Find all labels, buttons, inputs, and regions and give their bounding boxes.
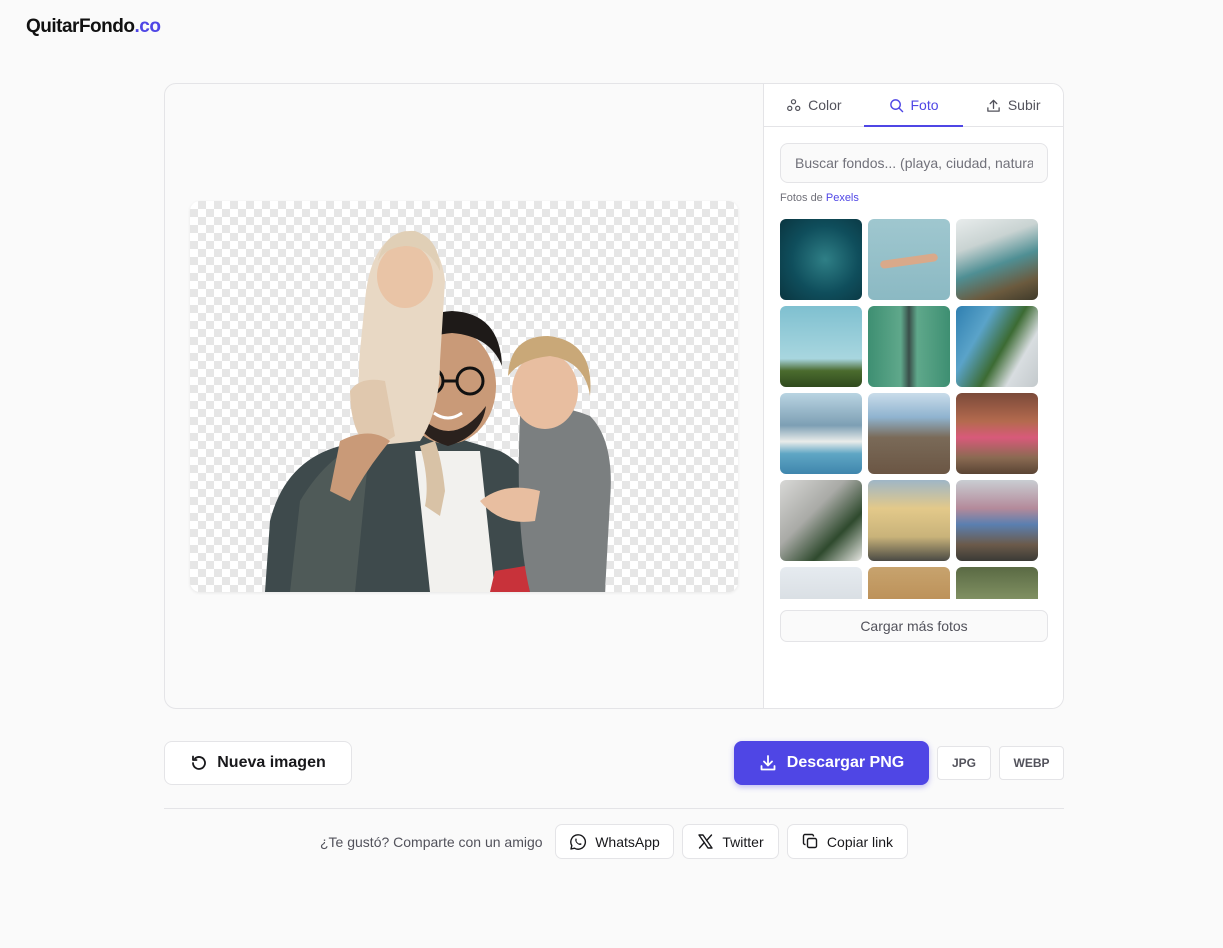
upload-icon	[987, 99, 1000, 112]
photo-thumbnail[interactable]	[956, 567, 1038, 599]
tab-foto-label: Foto	[910, 97, 939, 113]
photo-thumbnail[interactable]	[956, 393, 1038, 474]
tab-subir[interactable]: Subir	[963, 84, 1063, 126]
photo-thumbnail[interactable]	[780, 480, 862, 561]
background-panel: Color Foto Subir Fotos de Pexels	[763, 84, 1063, 708]
credit-prefix: Fotos de	[780, 192, 826, 204]
tab-foto[interactable]: Foto	[863, 84, 964, 127]
share-prompt: ¿Te gustó? Comparte con un amigo	[320, 834, 543, 850]
whatsapp-icon	[570, 833, 587, 850]
photo-grid-scroll[interactable]	[780, 219, 1048, 599]
new-image-label: Nueva imagen	[217, 754, 326, 771]
logo[interactable]: QuitarFondo.co	[26, 16, 161, 38]
photo-thumbnail[interactable]	[868, 480, 950, 561]
pexels-credit: Fotos de Pexels	[780, 192, 859, 204]
editor-card: Color Foto Subir Fotos de Pexels	[164, 83, 1064, 709]
search-icon	[889, 98, 903, 112]
download-webp-button[interactable]: WEBP	[999, 746, 1064, 780]
pexels-link[interactable]: Pexels	[826, 192, 859, 204]
background-search-input[interactable]	[780, 143, 1048, 183]
photo-thumbnail[interactable]	[868, 393, 950, 474]
copy-link-button[interactable]: Copiar link	[787, 824, 908, 859]
photo-thumbnail[interactable]	[956, 219, 1038, 300]
photo-thumbnail[interactable]	[956, 306, 1038, 387]
whatsapp-label: WhatsApp	[595, 833, 660, 850]
divider	[164, 808, 1064, 809]
download-png-button[interactable]: Descargar PNG	[734, 741, 929, 785]
share-twitter-button[interactable]: Twitter	[682, 824, 779, 859]
new-image-button[interactable]: Nueva imagen	[164, 741, 352, 785]
tab-subir-label: Subir	[1007, 97, 1041, 113]
photo-thumbnail[interactable]	[780, 393, 862, 474]
photo-thumbnail[interactable]	[780, 219, 862, 300]
x-twitter-icon	[698, 834, 714, 849]
photo-grid	[780, 219, 1048, 599]
photo-thumbnail[interactable]	[868, 567, 950, 599]
logo-text: QuitarFondo	[26, 16, 135, 37]
twitter-label: Twitter	[722, 833, 764, 850]
palette-icon	[787, 98, 801, 111]
photo-thumbnail[interactable]	[868, 219, 950, 300]
preview-area	[165, 84, 763, 708]
copy-link-label: Copiar link	[826, 833, 894, 850]
background-tabs: Color Foto Subir	[764, 84, 1063, 127]
result-image	[190, 201, 738, 592]
copy-icon	[802, 833, 818, 849]
photo-thumbnail[interactable]	[780, 306, 862, 387]
logo-accent: .co	[134, 16, 161, 37]
reset-icon	[192, 755, 207, 770]
subject-illustration	[265, 230, 611, 592]
tab-color[interactable]: Color	[764, 84, 864, 126]
photo-thumbnail[interactable]	[956, 480, 1038, 561]
download-icon	[760, 755, 776, 771]
photo-thumbnail[interactable]	[868, 306, 950, 387]
photo-thumbnail[interactable]	[780, 567, 862, 599]
download-png-label: Descargar PNG	[786, 754, 905, 771]
download-jpg-button[interactable]: JPG	[937, 746, 991, 780]
load-more-photos-button[interactable]: Cargar más fotos	[780, 610, 1048, 642]
share-whatsapp-button[interactable]: WhatsApp	[555, 824, 674, 859]
tab-color-label: Color	[808, 97, 842, 113]
